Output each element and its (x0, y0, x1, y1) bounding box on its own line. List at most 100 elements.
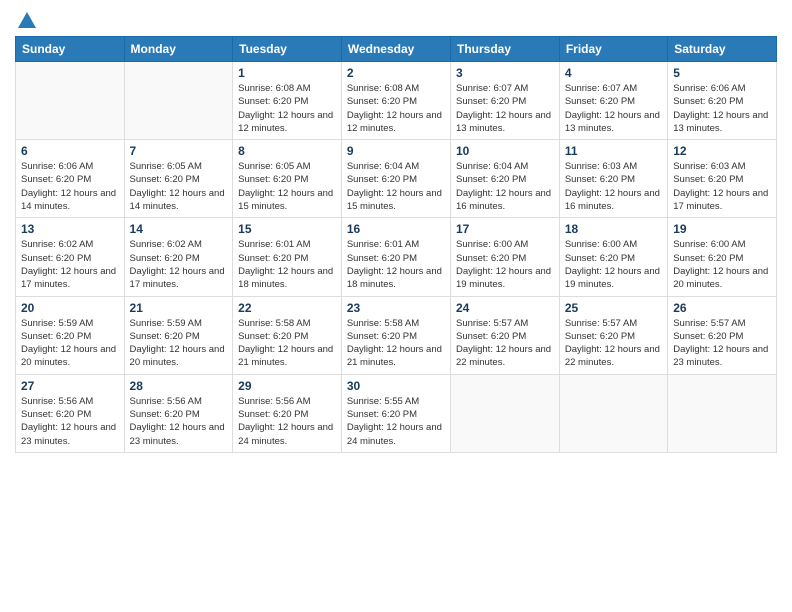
day-info: Sunrise: 5:57 AM Sunset: 6:20 PM Dayligh… (565, 317, 662, 370)
day-info: Sunrise: 5:56 AM Sunset: 6:20 PM Dayligh… (238, 395, 336, 448)
day-number: 27 (21, 379, 119, 393)
day-info: Sunrise: 6:04 AM Sunset: 6:20 PM Dayligh… (347, 160, 445, 213)
week-row-5: 27 Sunrise: 5:56 AM Sunset: 6:20 PM Dayli… (16, 374, 777, 452)
day-info: Sunrise: 5:55 AM Sunset: 6:20 PM Dayligh… (347, 395, 445, 448)
week-row-2: 6Sunrise: 6:06 AM Sunset: 6:20 PM Daylig… (16, 140, 777, 218)
day-number: 20 (21, 301, 119, 315)
day-number: 15 (238, 222, 336, 236)
day-info: Sunrise: 6:08 AM Sunset: 6:20 PM Dayligh… (347, 82, 445, 135)
week-row-3: 13Sunrise: 6:02 AM Sunset: 6:20 PM Dayli… (16, 218, 777, 296)
day-info: Sunrise: 6:05 AM Sunset: 6:20 PM Dayligh… (130, 160, 228, 213)
calendar-cell: 25Sunrise: 5:57 AM Sunset: 6:20 PM Dayli… (559, 296, 667, 374)
calendar-cell: 7 Sunrise: 6:05 AM Sunset: 6:20 PM Daylig… (124, 140, 233, 218)
calendar-cell: 8 Sunrise: 6:05 AM Sunset: 6:20 PM Daylig… (233, 140, 342, 218)
day-info: Sunrise: 6:07 AM Sunset: 6:20 PM Dayligh… (565, 82, 662, 135)
day-number: 18 (565, 222, 662, 236)
calendar-cell: 5Sunrise: 6:06 AM Sunset: 6:20 PM Daylig… (668, 62, 777, 140)
day-info: Sunrise: 6:08 AM Sunset: 6:20 PM Dayligh… (238, 82, 336, 135)
logo (15, 10, 39, 28)
calendar-cell (124, 62, 233, 140)
calendar-cell: 11 Sunrise: 6:03 AM Sunset: 6:20 PM Dayli… (559, 140, 667, 218)
day-number: 8 (238, 144, 336, 158)
day-number: 28 (130, 379, 228, 393)
day-number: 29 (238, 379, 336, 393)
calendar-header-monday: Monday (124, 37, 233, 62)
day-number: 4 (565, 66, 662, 80)
day-info: Sunrise: 5:59 AM Sunset: 6:20 PM Dayligh… (130, 317, 228, 370)
logo-text (15, 10, 39, 32)
page: SundayMondayTuesdayWednesdayThursdayFrid… (0, 0, 792, 612)
calendar-cell: 6Sunrise: 6:06 AM Sunset: 6:20 PM Daylig… (16, 140, 125, 218)
day-number: 21 (130, 301, 228, 315)
day-info: Sunrise: 6:01 AM Sunset: 6:20 PM Dayligh… (238, 238, 336, 291)
day-info: Sunrise: 6:02 AM Sunset: 6:20 PM Dayligh… (21, 238, 119, 291)
calendar-cell: 26 Sunrise: 5:57 AM Sunset: 6:20 PM Dayli… (668, 296, 777, 374)
calendar-cell: 21 Sunrise: 5:59 AM Sunset: 6:20 PM Dayli… (124, 296, 233, 374)
calendar-cell: 1 Sunrise: 6:08 AM Sunset: 6:20 PM Daylig… (233, 62, 342, 140)
day-number: 23 (347, 301, 445, 315)
logo-icon (16, 10, 38, 32)
day-number: 14 (130, 222, 228, 236)
calendar-cell: 16 Sunrise: 6:01 AM Sunset: 6:20 PM Dayli… (341, 218, 450, 296)
calendar-cell: 30 Sunrise: 5:55 AM Sunset: 6:20 PM Dayli… (341, 374, 450, 452)
calendar-cell: 3 Sunrise: 6:07 AM Sunset: 6:20 PM Daylig… (451, 62, 560, 140)
day-number: 24 (456, 301, 554, 315)
calendar-header-wednesday: Wednesday (341, 37, 450, 62)
calendar-header-row: SundayMondayTuesdayWednesdayThursdayFrid… (16, 37, 777, 62)
calendar-cell (559, 374, 667, 452)
calendar-cell: 22 Sunrise: 5:58 AM Sunset: 6:20 PM Dayli… (233, 296, 342, 374)
day-info: Sunrise: 6:04 AM Sunset: 6:20 PM Dayligh… (456, 160, 554, 213)
week-row-1: 1 Sunrise: 6:08 AM Sunset: 6:20 PM Daylig… (16, 62, 777, 140)
day-info: Sunrise: 6:00 AM Sunset: 6:20 PM Dayligh… (565, 238, 662, 291)
day-info: Sunrise: 6:07 AM Sunset: 6:20 PM Dayligh… (456, 82, 554, 135)
day-number: 22 (238, 301, 336, 315)
calendar-header-tuesday: Tuesday (233, 37, 342, 62)
day-number: 17 (456, 222, 554, 236)
calendar-cell: 19 Sunrise: 6:00 AM Sunset: 6:20 PM Dayli… (668, 218, 777, 296)
calendar-cell: 29 Sunrise: 5:56 AM Sunset: 6:20 PM Dayli… (233, 374, 342, 452)
calendar-cell: 17 Sunrise: 6:00 AM Sunset: 6:20 PM Dayli… (451, 218, 560, 296)
day-info: Sunrise: 5:56 AM Sunset: 6:20 PM Dayligh… (21, 395, 119, 448)
day-info: Sunrise: 6:03 AM Sunset: 6:20 PM Dayligh… (673, 160, 771, 213)
calendar-cell (16, 62, 125, 140)
calendar-cell: 18 Sunrise: 6:00 AM Sunset: 6:20 PM Dayli… (559, 218, 667, 296)
day-number: 1 (238, 66, 336, 80)
day-number: 26 (673, 301, 771, 315)
day-number: 2 (347, 66, 445, 80)
day-number: 7 (130, 144, 228, 158)
day-info: Sunrise: 6:05 AM Sunset: 6:20 PM Dayligh… (238, 160, 336, 213)
day-info: Sunrise: 5:58 AM Sunset: 6:20 PM Dayligh… (238, 317, 336, 370)
day-info: Sunrise: 6:00 AM Sunset: 6:20 PM Dayligh… (456, 238, 554, 291)
calendar-cell: 12Sunrise: 6:03 AM Sunset: 6:20 PM Dayli… (668, 140, 777, 218)
day-info: Sunrise: 5:59 AM Sunset: 6:20 PM Dayligh… (21, 317, 119, 370)
day-number: 30 (347, 379, 445, 393)
day-info: Sunrise: 6:00 AM Sunset: 6:20 PM Dayligh… (673, 238, 771, 291)
calendar-cell: 2 Sunrise: 6:08 AM Sunset: 6:20 PM Daylig… (341, 62, 450, 140)
day-number: 19 (673, 222, 771, 236)
day-number: 16 (347, 222, 445, 236)
calendar-cell: 13Sunrise: 6:02 AM Sunset: 6:20 PM Dayli… (16, 218, 125, 296)
day-info: Sunrise: 5:58 AM Sunset: 6:20 PM Dayligh… (347, 317, 445, 370)
day-number: 10 (456, 144, 554, 158)
day-number: 9 (347, 144, 445, 158)
calendar-cell: 14 Sunrise: 6:02 AM Sunset: 6:20 PM Dayli… (124, 218, 233, 296)
day-number: 3 (456, 66, 554, 80)
calendar-cell: 9 Sunrise: 6:04 AM Sunset: 6:20 PM Daylig… (341, 140, 450, 218)
day-info: Sunrise: 5:57 AM Sunset: 6:20 PM Dayligh… (673, 317, 771, 370)
calendar-table: SundayMondayTuesdayWednesdayThursdayFrid… (15, 36, 777, 453)
day-info: Sunrise: 6:03 AM Sunset: 6:20 PM Dayligh… (565, 160, 662, 213)
calendar-cell: 4 Sunrise: 6:07 AM Sunset: 6:20 PM Daylig… (559, 62, 667, 140)
week-row-4: 20 Sunrise: 5:59 AM Sunset: 6:20 PM Dayli… (16, 296, 777, 374)
day-info: Sunrise: 6:02 AM Sunset: 6:20 PM Dayligh… (130, 238, 228, 291)
day-info: Sunrise: 6:06 AM Sunset: 6:20 PM Dayligh… (21, 160, 119, 213)
calendar-header-saturday: Saturday (668, 37, 777, 62)
calendar-cell: 24Sunrise: 5:57 AM Sunset: 6:20 PM Dayli… (451, 296, 560, 374)
calendar-cell (668, 374, 777, 452)
calendar-header-sunday: Sunday (16, 37, 125, 62)
day-info: Sunrise: 6:01 AM Sunset: 6:20 PM Dayligh… (347, 238, 445, 291)
calendar-cell: 15 Sunrise: 6:01 AM Sunset: 6:20 PM Dayli… (233, 218, 342, 296)
day-number: 11 (565, 144, 662, 158)
calendar-cell: 10 Sunrise: 6:04 AM Sunset: 6:20 PM Dayli… (451, 140, 560, 218)
calendar-cell: 23 Sunrise: 5:58 AM Sunset: 6:20 PM Dayli… (341, 296, 450, 374)
day-info: Sunrise: 5:56 AM Sunset: 6:20 PM Dayligh… (130, 395, 228, 448)
